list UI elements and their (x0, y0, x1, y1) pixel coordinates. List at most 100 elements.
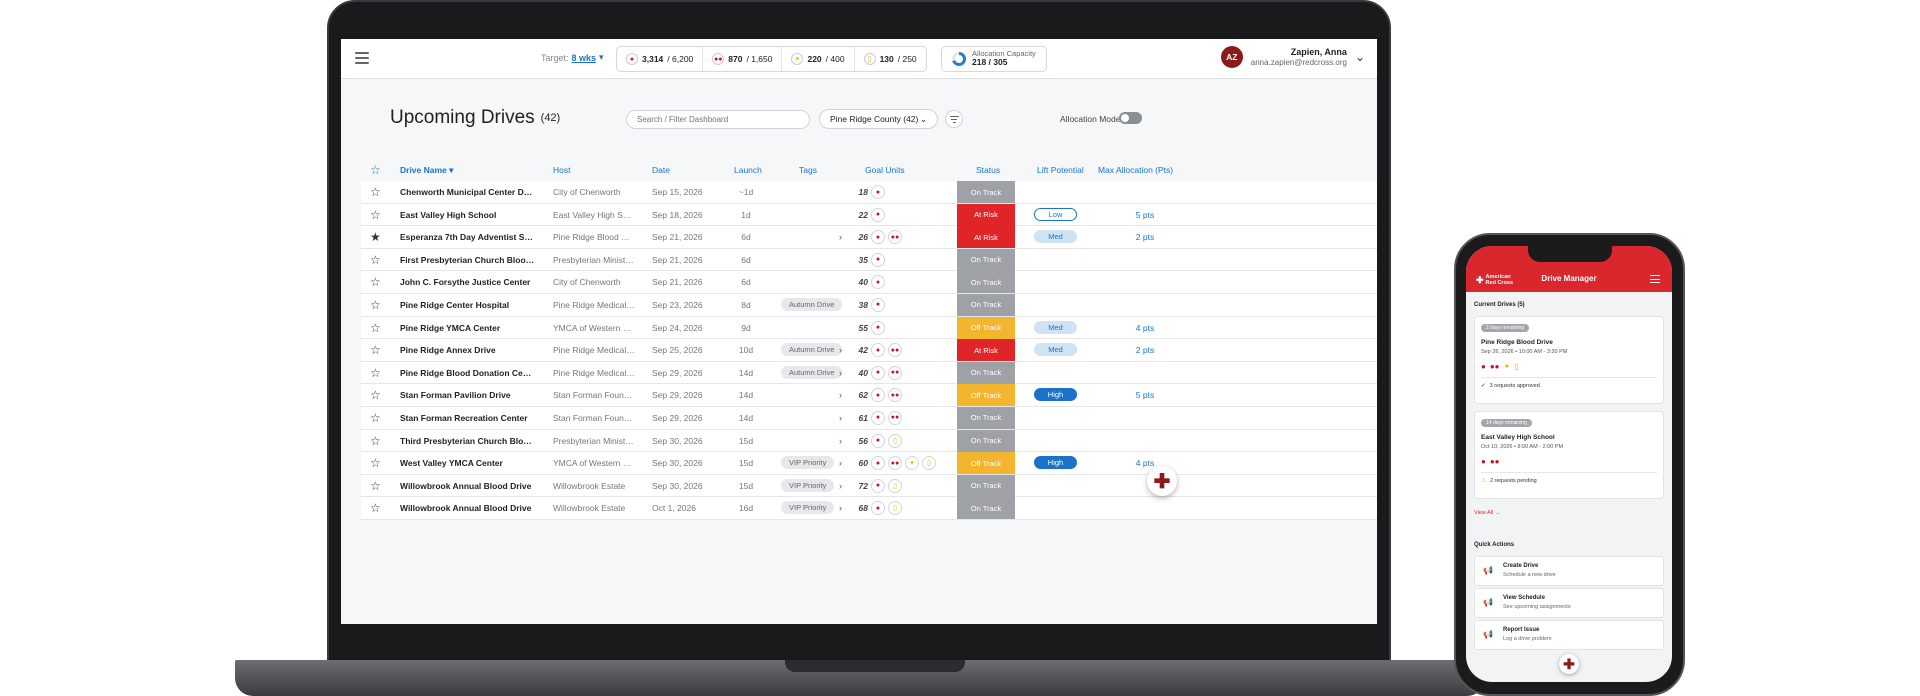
expand-chevron-icon[interactable]: › (839, 458, 847, 468)
view-schedule-action[interactable]: 📢 View Schedule See upcoming assignments (1474, 588, 1664, 618)
drive-name[interactable]: West Valley YMCA Center (400, 458, 535, 468)
target-value-link[interactable]: 8 wks (572, 53, 597, 63)
favorite-star-icon[interactable]: ☆ (370, 253, 381, 267)
drive-name[interactable]: Pine Ridge YMCA Center (400, 323, 535, 333)
table-row[interactable]: ☆ Stan Forman Pavilion Drive Stan Forman F… (361, 384, 1377, 407)
favorite-star-icon[interactable]: ☆ (370, 501, 381, 515)
expand-chevron-icon[interactable]: › (839, 413, 847, 423)
expand-chevron-icon[interactable]: › (839, 390, 847, 400)
col-status[interactable]: Status (976, 165, 1000, 175)
target-selector[interactable]: Target: 8 wks ▾ (541, 52, 604, 63)
goal-value: 56 (858, 435, 868, 446)
col-goal-units[interactable]: Goal Units (865, 165, 905, 175)
drive-card[interactable]: 2 days remaining Pine Ridge Blood Drive … (1474, 316, 1664, 404)
metric-whole-blood[interactable]: ● 3,314/ 6,200 (617, 47, 704, 71)
drive-name[interactable]: John C. Forsythe Justice Center (400, 277, 535, 287)
max-allocation-link[interactable]: 2 pts (1125, 232, 1165, 242)
user-menu[interactable]: AZ Zapien, Anna anna.zapien@redcross.org… (1220, 46, 1365, 68)
phone-add-button[interactable]: ✚ (1559, 654, 1579, 674)
table-row[interactable]: ☆ John C. Forsythe Justice Center City of … (361, 271, 1377, 294)
phone-menu-icon[interactable] (1650, 275, 1660, 283)
max-allocation-link[interactable]: 5 pts (1125, 210, 1165, 220)
goal-units: › 68 ● ▯ (839, 501, 949, 516)
favorite-star-icon[interactable]: ☆ (370, 479, 381, 493)
expand-chevron-icon[interactable]: › (839, 232, 847, 242)
drive-date: Sep 29, 2026 (652, 390, 703, 401)
report-issue-action[interactable]: 📢 Report Issue Log a drive problem (1474, 620, 1664, 650)
add-drive-button[interactable]: ✚ (1147, 466, 1177, 496)
favorite-star-icon[interactable]: ☆ (370, 321, 381, 335)
drive-name[interactable]: Stan Forman Recreation Center (400, 413, 535, 423)
col-drive-name[interactable]: Drive Name ▾ (400, 165, 453, 176)
create-drive-action[interactable]: 📢 Create Drive Schedule a new drive (1474, 556, 1664, 586)
expand-chevron-icon[interactable]: › (839, 481, 847, 491)
table-row[interactable]: ☆ East Valley High School East Valley High… (361, 203, 1377, 227)
metric-plasma[interactable]: ▯ 130/ 250 (855, 47, 926, 71)
expand-chevron-icon[interactable]: › (839, 503, 847, 513)
drive-name[interactable]: Pine Ridge Annex Drive (400, 345, 535, 355)
drive-name[interactable]: East Valley High School (400, 210, 535, 220)
table-row[interactable]: ☆ Pine Ridge YMCA Center YMCA of Western N… (361, 316, 1377, 340)
col-lift-potential[interactable]: Lift Potential (1037, 165, 1084, 175)
favorite-star-icon[interactable]: ☆ (370, 411, 381, 425)
max-allocation-link[interactable]: 5 pts (1125, 390, 1165, 400)
col-max-allocation[interactable]: Max Allocation (Pts) (1098, 165, 1173, 175)
favorite-star-icon[interactable]: ☆ (370, 298, 381, 312)
metric-platelets[interactable]: ✦ 220/ 400 (782, 47, 855, 71)
expand-chevron-icon[interactable]: › (839, 345, 847, 355)
drive-name[interactable]: Willowbrook Annual Blood Drive (400, 481, 535, 491)
drive-name[interactable]: Pine Ridge Blood Donation Center (400, 368, 535, 378)
table-row[interactable]: ☆ Willowbrook Annual Blood Drive Willowbro… (361, 474, 1377, 498)
table-row[interactable]: ☆ Pine Ridge Center Hospital Pine Ridge Me… (361, 293, 1377, 317)
view-all-link[interactable]: View All → (1474, 510, 1500, 516)
drive-name[interactable]: Esperanza 7th Day Adventist Spanis… (400, 232, 535, 242)
drive-name[interactable]: Pine Ridge Center Hospital (400, 300, 535, 310)
table-row[interactable]: ☆ Willowbrook Annual Blood Drive Willowbro… (361, 497, 1377, 520)
star-header-icon[interactable]: ☆ (370, 163, 381, 177)
table-row[interactable]: ☆ Stan Forman Recreation Center Stan Forma… (361, 406, 1377, 430)
filter-icon[interactable] (945, 110, 963, 128)
hamburger-menu-icon[interactable] (355, 52, 369, 64)
drive-name[interactable]: Chenworth Municipal Center Drive (400, 187, 535, 197)
drive-name[interactable]: Third Presbyterian Church Blood Drive (400, 436, 535, 446)
drive-host: Willowbrook Estate (553, 503, 626, 514)
col-tags[interactable]: Tags (799, 165, 817, 175)
favorite-star-icon[interactable]: ☆ (370, 388, 381, 402)
table-row[interactable]: ★ Esperanza 7th Day Adventist Spanis… Pine… (361, 226, 1377, 249)
drive-name[interactable]: First Presbyterian Church Blood Drive (400, 255, 535, 265)
col-host[interactable]: Host (553, 165, 570, 175)
drive-card[interactable]: 14 days remaining East Valley High Schoo… (1474, 411, 1664, 499)
table-row[interactable]: ☆ West Valley YMCA Center YMCA of Western … (361, 452, 1377, 475)
goal-units: › 56 ● ▯ (839, 433, 949, 448)
chevron-down-icon[interactable]: ⌄ (1355, 50, 1365, 64)
goal-units: 40 ● (839, 275, 949, 290)
favorite-star-icon[interactable]: ☆ (370, 434, 381, 448)
allocation-capacity[interactable]: Allocation Capacity 218 / 305 (941, 46, 1047, 72)
favorite-star-icon[interactable]: ☆ (370, 456, 381, 470)
favorite-star-icon[interactable]: ★ (370, 230, 381, 244)
col-date[interactable]: Date (652, 165, 670, 175)
favorite-star-icon[interactable]: ☆ (370, 185, 381, 199)
favorite-star-icon[interactable]: ☆ (370, 366, 381, 380)
expand-chevron-icon[interactable]: › (839, 436, 847, 446)
table-row[interactable]: ☆ First Presbyterian Church Blood Drive Pr… (361, 248, 1377, 272)
max-allocation-link[interactable]: 2 pts (1125, 345, 1165, 355)
metric-double-red[interactable]: ●● 870/ 1,650 (703, 47, 783, 71)
county-dropdown[interactable]: Pine Ridge County (42) ⌄ (819, 109, 938, 129)
goal-value: 35 (858, 254, 868, 265)
drive-name[interactable]: Stan Forman Pavilion Drive (400, 390, 535, 400)
search-input[interactable] (626, 110, 810, 129)
table-row[interactable]: ☆ Chenworth Municipal Center Drive City of… (361, 181, 1377, 204)
favorite-star-icon[interactable]: ☆ (370, 343, 381, 357)
current-drives-label: Current Drives (5) (1474, 302, 1525, 308)
max-allocation-link[interactable]: 4 pts (1125, 323, 1165, 333)
drive-name[interactable]: Willowbrook Annual Blood Drive (400, 503, 535, 513)
favorite-star-icon[interactable]: ☆ (370, 275, 381, 289)
favorite-star-icon[interactable]: ☆ (370, 208, 381, 222)
expand-chevron-icon[interactable]: › (839, 368, 847, 378)
table-row[interactable]: ☆ Third Presbyterian Church Blood Drive Pr… (361, 429, 1377, 453)
table-row[interactable]: ☆ Pine Ridge Annex Drive Pine Ridge Medica… (361, 339, 1377, 362)
allocation-mode-toggle[interactable] (1119, 112, 1142, 124)
table-row[interactable]: ☆ Pine Ridge Blood Donation Center Pine Ri… (361, 361, 1377, 385)
col-launch[interactable]: Launch (734, 165, 762, 175)
